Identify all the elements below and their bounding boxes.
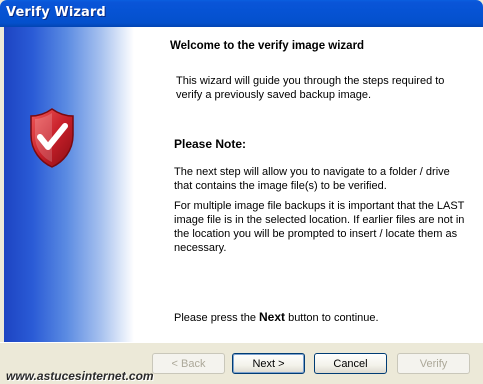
note-paragraph-2: For multiple image file backups it is im… <box>174 200 465 254</box>
continue-prefix: Please press the <box>174 312 259 324</box>
note-title: Please Note: <box>174 137 247 151</box>
shield-checkmark-icon <box>30 108 74 168</box>
continue-keyword: Next <box>259 310 286 324</box>
watermark: www.astucesinternet.com <box>6 369 154 383</box>
cancel-button[interactable]: Cancel <box>314 353 387 374</box>
wizard-content: Welcome to the verify image wizard This … <box>4 27 483 342</box>
intro-text: This wizard will guide you through the s… <box>176 75 445 101</box>
continue-suffix: button to continue. <box>285 312 379 324</box>
wizard-heading: Welcome to the verify image wizard <box>170 40 365 52</box>
continue-instruction: Please press the Next button to continue… <box>174 310 379 324</box>
window-title: Verify Wizard <box>6 5 106 20</box>
note-paragraph-1: The next step will allow you to navigate… <box>174 166 450 192</box>
verify-wizard-window: Verify Wizard Welcome to the verify imag… <box>0 0 483 384</box>
title-bar[interactable]: Verify Wizard <box>0 0 483 27</box>
back-button[interactable]: < Back <box>152 353 225 374</box>
verify-button[interactable]: Verify <box>397 353 470 374</box>
wizard-side-panel <box>4 27 134 342</box>
next-button[interactable]: Next > <box>232 353 305 374</box>
